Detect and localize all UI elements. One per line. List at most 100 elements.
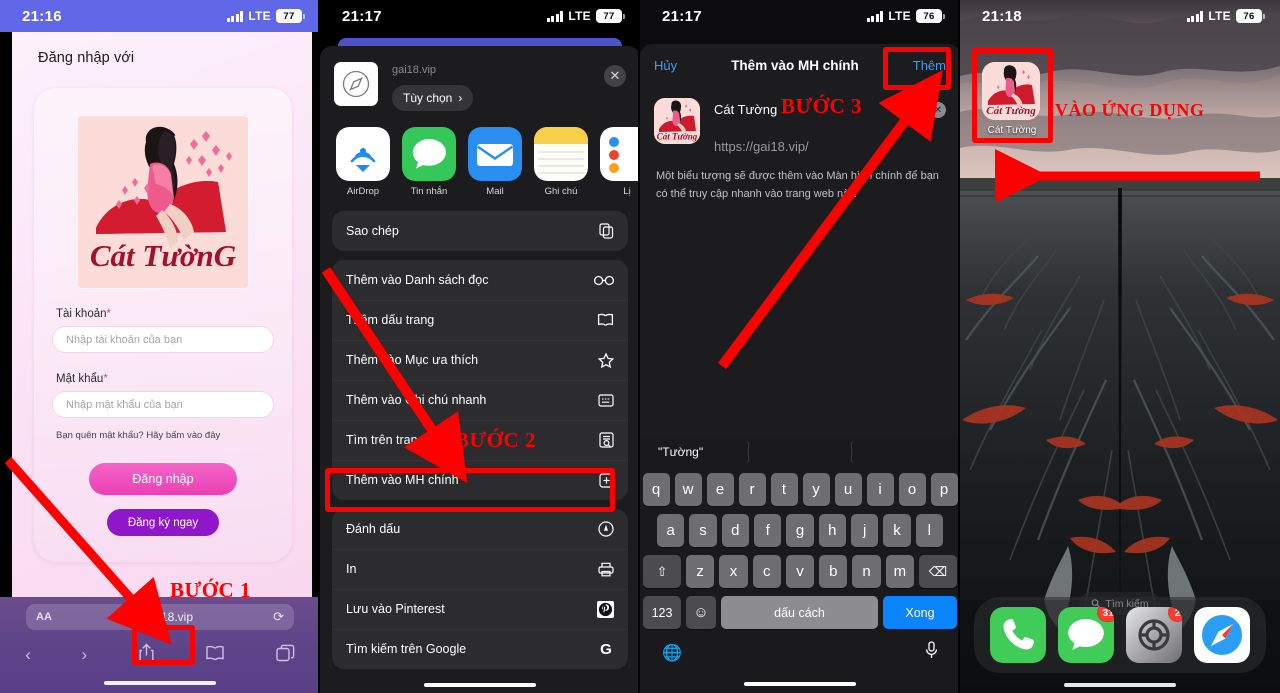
menu-item-find-on-page[interactable]: Tìm trên trang (332, 420, 628, 460)
menu-item-pinterest[interactable]: Lưu vào Pinterest (332, 589, 628, 629)
key-f[interactable]: f (754, 514, 782, 547)
add-to-home-sheet: Hủy Thêm vào MH chính Thêm Cát Tường Cát… (640, 44, 960, 693)
url-text: gai18.vip (132, 610, 193, 624)
key-o[interactable]: o (898, 473, 926, 506)
status-bar-2: 21:17 LTE 77 (320, 0, 640, 32)
key-i[interactable]: i (866, 473, 894, 506)
home-app-cat-tuong[interactable]: Cát Tường Cát Tường (982, 62, 1042, 136)
mic-icon[interactable] (925, 641, 938, 664)
menu-item-quick-note[interactable]: Thêm vào Ghi chú nhanh (332, 380, 628, 420)
clear-icon[interactable]: ✕ (930, 102, 946, 118)
dialog-icon-row: Cát Tường Cát Tường https://gai18.vip/ ✕ (640, 86, 960, 154)
add-button[interactable]: Thêm (913, 58, 946, 73)
lock-icon (132, 612, 140, 622)
key-u[interactable]: u (834, 473, 862, 506)
key-g[interactable]: g (786, 514, 814, 547)
key-c[interactable]: c (752, 555, 781, 588)
key-q[interactable]: q (642, 473, 670, 506)
add-home-icon (599, 472, 614, 488)
key-m[interactable]: m (885, 555, 914, 588)
numbers-key[interactable]: 123 (643, 596, 681, 629)
shift-icon[interactable]: ⇧ (643, 555, 682, 588)
password-input[interactable]: Nhập mật khẩu của bạn (52, 391, 274, 418)
username-label: Tài khoản* (56, 308, 111, 320)
key-d[interactable]: d (721, 514, 749, 547)
panel-divider-3 (958, 0, 960, 693)
dialog-fields: Cát Tường https://gai18.vip/ (714, 98, 946, 154)
key-s[interactable]: s (689, 514, 717, 547)
login-card: Cát TườnG Tài khoản* Nhập tài khoản của … (34, 88, 292, 562)
share-app-airdrop[interactable]: AirDrop (336, 127, 390, 197)
key-v[interactable]: v (785, 555, 815, 588)
share-icon[interactable] (138, 643, 155, 668)
done-key[interactable]: Xong (883, 596, 957, 629)
menu-item-favorites[interactable]: Thêm vào Mục ưa thích (332, 340, 628, 380)
key-r[interactable]: r (738, 473, 766, 506)
dock-app-safari[interactable] (1194, 607, 1250, 663)
menu-item-bookmark[interactable]: Thêm dấu trang (332, 300, 628, 340)
menu-item-google-search[interactable]: Tìm kiếm trên Google G (332, 629, 628, 669)
status-time: 21:16 (22, 7, 62, 25)
forward-icon[interactable]: › (81, 645, 87, 665)
text-size-button[interactable]: AA (36, 611, 52, 623)
login-page-content: Đăng nhập với Cát TườnG Tài khoản* Nhập … (12, 32, 312, 597)
reload-icon[interactable]: ⟳ (273, 609, 284, 625)
signal-icon (866, 10, 884, 22)
space-key[interactable]: dấu cách (721, 596, 878, 629)
key-w[interactable]: w (674, 473, 702, 506)
key-x[interactable]: x (719, 555, 748, 588)
key-z[interactable]: z (686, 555, 715, 588)
menu-item-copy[interactable]: Sao chép (332, 211, 628, 251)
key-h[interactable]: h (818, 514, 846, 547)
key-p[interactable]: p (930, 473, 958, 506)
share-sheet-header: gai18.vip Tùy chọn › ✕ (320, 46, 640, 121)
share-app-calendar[interactable]: Lị (600, 127, 640, 197)
menu-item-add-to-home-screen[interactable]: Thêm vào MH chính (332, 460, 628, 500)
tabs-icon[interactable] (276, 644, 295, 667)
menu-item-print[interactable]: In (332, 549, 628, 589)
quicknote-icon (598, 393, 614, 407)
back-icon[interactable]: ‹ (25, 645, 31, 665)
share-menu-group-1: Sao chép (332, 211, 628, 251)
cancel-button[interactable]: Hủy (654, 58, 677, 73)
key-l[interactable]: l (915, 514, 943, 547)
key-e[interactable]: e (706, 473, 734, 506)
panel-share-sheet: 21:17 LTE 77 gai18.vip Tùy chọn › ✕ AirD… (320, 0, 640, 693)
app-icon-preview: Cát Tường (654, 98, 700, 144)
cat-tuong-logo-icon: Cát TườnG (78, 116, 248, 288)
key-y[interactable]: y (802, 473, 830, 506)
dock-app-settings[interactable]: 2 (1126, 607, 1182, 663)
close-icon[interactable]: ✕ (604, 65, 626, 87)
backspace-icon[interactable]: ⌫ (918, 555, 957, 588)
login-button[interactable]: Đăng nhập (89, 463, 237, 495)
status-time: 21:18 (982, 7, 1022, 25)
username-input[interactable]: Nhập tài khoản của bạn (52, 326, 274, 353)
app-name-input[interactable]: Cát Tường (714, 98, 946, 117)
print-icon (598, 562, 614, 577)
menu-item-markup[interactable]: Đánh dấu (332, 509, 628, 549)
bookmarks-icon[interactable] (205, 645, 225, 666)
dock-app-phone[interactable] (990, 607, 1046, 663)
share-app-messages[interactable]: Tin nhắn (402, 127, 456, 197)
register-button[interactable]: Đăng ký ngay (107, 509, 219, 536)
share-app-mail[interactable]: Mail (468, 127, 522, 197)
battery-icon: 76 (1236, 9, 1265, 23)
address-bar[interactable]: AA gai18.vip ⟳ (26, 604, 294, 630)
find-page-icon (599, 432, 614, 448)
globe-icon[interactable]: 🌐 (662, 643, 682, 663)
key-n[interactable]: n (852, 555, 881, 588)
key-k[interactable]: k (883, 514, 911, 547)
key-t[interactable]: t (770, 473, 798, 506)
key-b[interactable]: b (819, 555, 848, 588)
options-button[interactable]: Tùy chọn › (392, 85, 474, 111)
svg-text:G: G (600, 641, 612, 657)
forgot-password-link[interactable]: Bạn quên mật khẩu? Hãy bấm vào đây (56, 430, 274, 441)
key-a[interactable]: a (657, 514, 685, 547)
share-app-notes[interactable]: Ghi chú (534, 127, 588, 197)
key-j[interactable]: j (850, 514, 879, 547)
dock-app-messages[interactable]: 31 (1058, 607, 1114, 663)
emoji-icon[interactable]: ☺ (686, 596, 716, 629)
copy-icon (599, 223, 614, 239)
menu-item-reading-list[interactable]: Thêm vào Danh sách đọc (332, 260, 628, 300)
prediction-word[interactable]: "Tường" (658, 445, 703, 459)
